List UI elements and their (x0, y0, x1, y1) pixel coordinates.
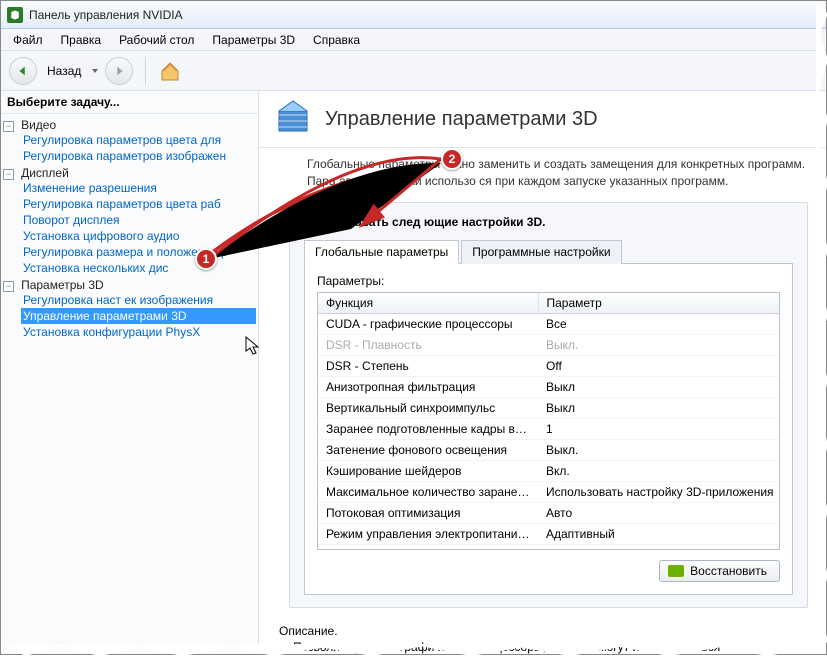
sidebar: Выберите задачу... − Видео Регулировка п… (1, 91, 259, 654)
page-header-icon (273, 99, 313, 139)
col-parameter[interactable]: Параметр (538, 293, 780, 314)
param-value-cell: Выкл (538, 376, 780, 397)
tab-program[interactable]: Программные настройки (461, 240, 621, 264)
param-function-cell: Заранее подготовленные кадры вирту... (318, 418, 538, 439)
settings-group: Использовать след ющие настройки 3D. Гло… (289, 202, 808, 608)
nav-back-button[interactable] (9, 57, 37, 85)
tab-global[interactable]: Глобальные параметры (304, 240, 459, 264)
tree-toggle-icon[interactable]: − (3, 121, 14, 132)
param-row[interactable]: Потоковая оптимизацияАвто (318, 502, 780, 523)
param-row[interactable]: Режим управления электропитаниемАдаптивн… (318, 523, 780, 544)
nav-back-label: Назад (47, 64, 81, 78)
col-function[interactable]: Функция (318, 293, 538, 314)
restore-button-label: Восстановить (690, 564, 767, 578)
menu-help[interactable]: Справка (305, 31, 368, 49)
page-header: Управление параметрами 3D (259, 91, 826, 148)
menubar: Файл Правка Рабочий стол Параметры 3D Сп… (1, 29, 826, 51)
tree-item[interactable]: Регулировка наст ек изображения (21, 292, 256, 308)
restore-button[interactable]: Восстановить (659, 560, 780, 582)
param-function-cell: DSR - Степень (318, 355, 538, 376)
task-tree: − Видео Регулировка параметров цвета для… (1, 114, 258, 654)
menu-file[interactable]: Файл (5, 31, 51, 49)
tree-item[interactable]: Регулировка параметров цвета для (21, 132, 256, 148)
tree-toggle-icon[interactable]: − (3, 169, 14, 180)
param-value-cell: Все (538, 313, 780, 334)
param-function-cell: Анизотропная фильтрация (318, 376, 538, 397)
menu-edit[interactable]: Правка (53, 31, 110, 49)
tree-item[interactable]: Регулировка параметров изображен (21, 148, 256, 164)
param-row[interactable]: Затенение фонового освещенияВыкл. (318, 439, 780, 460)
params-label: Параметры: (317, 274, 780, 288)
param-function-cell: CUDA - графические процессоры (318, 313, 538, 334)
page-description: Глобальные параметры 3 жно заменить и со… (259, 148, 826, 196)
tree-group-video: − Видео Регулировка параметров цвета для… (3, 118, 256, 164)
param-row[interactable]: Вертикальный синхроимпульсВыкл (318, 397, 780, 418)
tabs: Глобальные параметры Программные настрой… (304, 239, 793, 264)
page-title: Управление параметрами 3D (325, 108, 598, 131)
nvidia-app-icon (7, 7, 23, 23)
param-function-cell: Затенение фонового освещения (318, 439, 538, 460)
tree-group-label[interactable]: Видео (21, 118, 56, 132)
tree-item[interactable]: Установка конфигурации PhysX (21, 324, 256, 340)
param-value-cell: Авто (538, 502, 780, 523)
dropdown-icon[interactable] (91, 67, 99, 75)
tree-item[interactable]: Регулировка размера и положения р (21, 244, 256, 260)
menu-params3d[interactable]: Параметры 3D (204, 31, 303, 49)
param-value-cell: Выкл (538, 397, 780, 418)
tree-item[interactable]: Поворот дисплея (21, 212, 256, 228)
toolbar: Назад (1, 51, 826, 91)
tab-body: Параметры: Функция Параметр CUDA - графи… (304, 264, 793, 595)
param-row[interactable]: CUDA - графические процессорыВсе (318, 313, 780, 334)
tree-group-label[interactable]: Параметры 3D (21, 278, 104, 292)
param-function-cell: Режим управления электропитанием (318, 523, 538, 544)
param-function-cell: Потоковая оптимизация (318, 502, 538, 523)
body: Выберите задачу... − Видео Регулировка п… (1, 91, 826, 654)
param-function-cell: Максимальное количество заранее под... (318, 481, 538, 502)
param-row[interactable]: DSR - СтепеньOff (318, 355, 780, 376)
param-row[interactable]: Сглаживание - FXAAВыкл (318, 544, 780, 550)
home-icon[interactable] (158, 59, 182, 83)
tree-item[interactable]: Установка цифрового аудио (21, 228, 256, 244)
toolbar-separator (145, 57, 146, 85)
menu-desktop[interactable]: Рабочий стол (111, 31, 202, 49)
param-value-cell: Адаптивный (538, 523, 780, 544)
params-table-wrapper[interactable]: Функция Параметр CUDA - графические проц… (317, 292, 780, 550)
param-value-cell: Выкл. (538, 439, 780, 460)
tree-toggle-icon[interactable]: − (3, 281, 14, 292)
param-function-cell: Вертикальный синхроимпульс (318, 397, 538, 418)
param-row[interactable]: Кэширование шейдеровВкл. (318, 460, 780, 481)
param-value-cell: Выкл. (538, 334, 780, 355)
param-function-cell: Кэширование шейдеров (318, 460, 538, 481)
param-row[interactable]: DSR - ПлавностьВыкл. (318, 334, 780, 355)
tree-item[interactable]: Изменение разрешения (21, 180, 256, 196)
param-row[interactable]: Максимальное количество заранее под...Ис… (318, 481, 780, 502)
tree-group-3d: − Параметры 3D Регулировка наст ек изобр… (3, 278, 256, 340)
tree-item[interactable]: Установка нескольких дис (21, 260, 256, 276)
param-row[interactable]: Анизотропная фильтрацияВыкл (318, 376, 780, 397)
window-title: Панель управления NVIDIA (29, 8, 183, 22)
tree-item[interactable]: Регулировка параметров цвета раб (21, 196, 256, 212)
settings-heading: Использовать след ющие настройки 3D. (304, 215, 793, 229)
main-panel: Управление параметрами 3D Глобальные пар… (259, 91, 826, 654)
desc-label: Описание. (279, 624, 806, 638)
tree-group-label[interactable]: Дисплей (21, 166, 69, 180)
param-row[interactable]: Заранее подготовленные кадры вирту...1 (318, 418, 780, 439)
param-value-cell: Вкл. (538, 460, 780, 481)
param-value-cell: Off (538, 355, 780, 376)
nvidia-chip-icon (668, 565, 684, 577)
nav-forward-button[interactable] (105, 57, 133, 85)
sidebar-heading: Выберите задачу... (1, 91, 258, 114)
tree-group-display: − Дисплей Изменение разрешения Регулиров… (3, 166, 256, 276)
param-value-cell: Использовать настройку 3D-приложения (538, 481, 780, 502)
param-function-cell: DSR - Плавность (318, 334, 538, 355)
params-table: Функция Параметр CUDA - графические проц… (318, 293, 780, 550)
param-value-cell: 1 (538, 418, 780, 439)
param-value-cell: Выкл (538, 544, 780, 550)
nvidia-control-panel-window: Панель управления NVIDIA Файл Правка Раб… (0, 0, 827, 655)
titlebar: Панель управления NVIDIA (1, 1, 826, 29)
tree-item-manage-3d[interactable]: Управление параметрами 3D (21, 308, 256, 324)
param-function-cell: Сглаживание - FXAA (318, 544, 538, 550)
